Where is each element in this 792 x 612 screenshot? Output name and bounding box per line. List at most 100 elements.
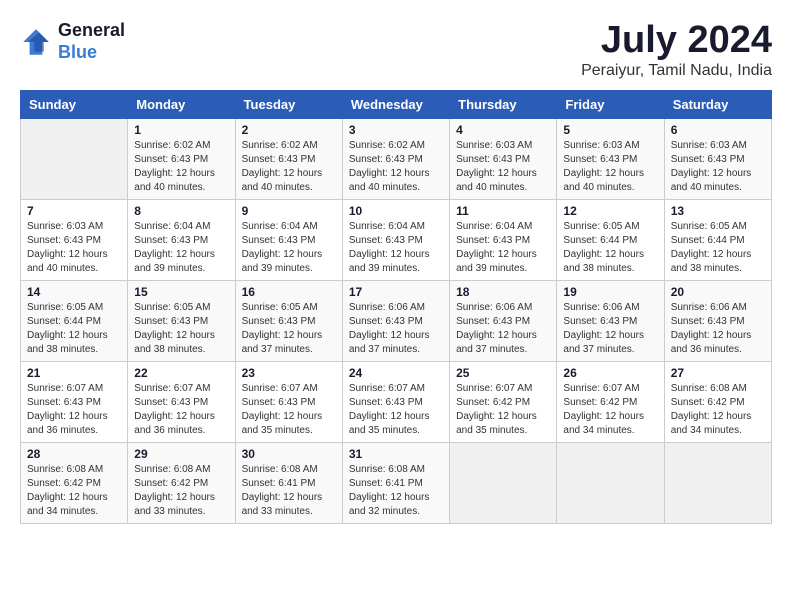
day-number: 2 [242,123,336,137]
day-info: Sunrise: 6:03 AM Sunset: 6:43 PM Dayligh… [563,139,657,195]
day-cell: 18 Sunrise: 6:06 AM Sunset: 6:43 PM Dayli… [450,280,557,361]
day-info: Sunrise: 6:05 AM Sunset: 6:43 PM Dayligh… [242,301,336,357]
day-info: Sunrise: 6:08 AM Sunset: 6:42 PM Dayligh… [27,463,121,519]
header: General Blue July 2024 Peraiyur, Tamil N… [20,20,772,80]
day-info: Sunrise: 6:08 AM Sunset: 6:42 PM Dayligh… [134,463,228,519]
day-cell: 22Sunrise: 6:07 AM Sunset: 6:43 PM Dayli… [128,361,235,442]
day-info: Sunrise: 6:08 AM Sunset: 6:41 PM Dayligh… [242,463,336,519]
week-row-4: 21 Sunrise: 6:07 AM Sunset: 6:43 PM Dayli… [21,361,772,442]
day-info: Sunrise: 6:08 AM Sunset: 6:41 PM Dayligh… [349,463,443,519]
subtitle: Peraiyur, Tamil Nadu, India [581,62,772,80]
day-cell: 3 Sunrise: 6:02 AM Sunset: 6:43 PM Daylig… [342,118,449,199]
day-number: 19 [563,285,657,299]
day-number: 4 [456,123,550,137]
day-cell: 19 Sunrise: 6:06 AM Sunset: 6:43 PM Dayli… [557,280,664,361]
day-info: Sunrise: 6:07 AM Sunset: 6:43 PM Dayligh… [27,382,121,438]
day-info: Sunrise: 6:05 AM Sunset: 6:43 PM Dayligh… [134,301,228,357]
day-cell [557,442,664,523]
day-cell: 24Sunrise: 6:07 AM Sunset: 6:43 PM Dayli… [342,361,449,442]
day-number: 11 [456,204,550,218]
calendar-table: SundayMondayTuesdayWednesdayThursdayFrid… [20,90,772,524]
day-cell [664,442,771,523]
day-number: 30 [242,447,336,461]
day-cell: 16 Sunrise: 6:05 AM Sunset: 6:43 PM Dayli… [235,280,342,361]
day-number: 9 [242,204,336,218]
day-cell: 6Sunrise: 6:03 AM Sunset: 6:43 PM Daylig… [664,118,771,199]
week-row-1: 1 Sunrise: 6:02 AM Sunset: 6:43 PM Daylig… [21,118,772,199]
day-info: Sunrise: 6:06 AM Sunset: 6:43 PM Dayligh… [563,301,657,357]
day-info: Sunrise: 6:08 AM Sunset: 6:42 PM Dayligh… [671,382,765,438]
day-cell: 14 Sunrise: 6:05 AM Sunset: 6:44 PM Dayli… [21,280,128,361]
day-number: 22 [134,366,228,380]
day-info: Sunrise: 6:06 AM Sunset: 6:43 PM Dayligh… [349,301,443,357]
day-info: Sunrise: 6:02 AM Sunset: 6:43 PM Dayligh… [349,139,443,195]
calendar-body: 1 Sunrise: 6:02 AM Sunset: 6:43 PM Daylig… [21,118,772,523]
day-number: 12 [563,204,657,218]
day-number: 18 [456,285,550,299]
week-row-5: 28 Sunrise: 6:08 AM Sunset: 6:42 PM Dayli… [21,442,772,523]
day-number: 3 [349,123,443,137]
logo-line2: Blue [58,42,125,64]
day-cell: 26 Sunrise: 6:07 AM Sunset: 6:42 PM Dayli… [557,361,664,442]
day-info: Sunrise: 6:02 AM Sunset: 6:43 PM Dayligh… [242,139,336,195]
header-cell-saturday: Saturday [664,90,771,118]
day-number: 8 [134,204,228,218]
day-cell [450,442,557,523]
day-number: 27 [671,366,765,380]
day-number: 23 [242,366,336,380]
logo-icon [20,26,52,58]
day-cell: 8Sunrise: 6:04 AM Sunset: 6:43 PM Daylig… [128,199,235,280]
day-number: 7 [27,204,121,218]
logo-line1: General [58,20,125,42]
day-cell: 13 Sunrise: 6:05 AM Sunset: 6:44 PM Dayli… [664,199,771,280]
day-info: Sunrise: 6:07 AM Sunset: 6:42 PM Dayligh… [563,382,657,438]
day-cell: 29Sunrise: 6:08 AM Sunset: 6:42 PM Dayli… [128,442,235,523]
day-info: Sunrise: 6:03 AM Sunset: 6:43 PM Dayligh… [456,139,550,195]
day-cell: 21 Sunrise: 6:07 AM Sunset: 6:43 PM Dayli… [21,361,128,442]
main-title: July 2024 [581,20,772,62]
day-number: 5 [563,123,657,137]
day-cell: 1Sunrise: 6:02 AM Sunset: 6:43 PM Daylig… [128,118,235,199]
day-number: 1 [134,123,228,137]
day-number: 20 [671,285,765,299]
day-number: 31 [349,447,443,461]
day-cell: 2 Sunrise: 6:02 AM Sunset: 6:43 PM Daylig… [235,118,342,199]
header-cell-tuesday: Tuesday [235,90,342,118]
day-number: 26 [563,366,657,380]
day-number: 16 [242,285,336,299]
day-number: 24 [349,366,443,380]
day-cell: 10 Sunrise: 6:04 AM Sunset: 6:43 PM Dayli… [342,199,449,280]
day-cell: 5 Sunrise: 6:03 AM Sunset: 6:43 PM Daylig… [557,118,664,199]
day-info: Sunrise: 6:05 AM Sunset: 6:44 PM Dayligh… [671,220,765,276]
header-cell-sunday: Sunday [21,90,128,118]
day-number: 28 [27,447,121,461]
day-cell: 11 Sunrise: 6:04 AM Sunset: 6:43 PM Dayli… [450,199,557,280]
day-cell [21,118,128,199]
day-number: 14 [27,285,121,299]
day-info: Sunrise: 6:05 AM Sunset: 6:44 PM Dayligh… [27,301,121,357]
day-cell: 7 Sunrise: 6:03 AM Sunset: 6:43 PM Daylig… [21,199,128,280]
day-number: 13 [671,204,765,218]
day-cell: 17 Sunrise: 6:06 AM Sunset: 6:43 PM Dayli… [342,280,449,361]
day-cell: 15 Sunrise: 6:05 AM Sunset: 6:43 PM Dayli… [128,280,235,361]
day-info: Sunrise: 6:04 AM Sunset: 6:43 PM Dayligh… [349,220,443,276]
day-number: 17 [349,285,443,299]
logo-text: General Blue [58,20,125,63]
day-number: 10 [349,204,443,218]
day-number: 6 [671,123,765,137]
day-number: 15 [134,285,228,299]
day-cell: 23Sunrise: 6:07 AM Sunset: 6:43 PM Dayli… [235,361,342,442]
day-info: Sunrise: 6:07 AM Sunset: 6:42 PM Dayligh… [456,382,550,438]
calendar-header: SundayMondayTuesdayWednesdayThursdayFrid… [21,90,772,118]
day-cell: 31 Sunrise: 6:08 AM Sunset: 6:41 PM Dayli… [342,442,449,523]
week-row-3: 14 Sunrise: 6:05 AM Sunset: 6:44 PM Dayli… [21,280,772,361]
day-cell: 28 Sunrise: 6:08 AM Sunset: 6:42 PM Dayli… [21,442,128,523]
header-cell-friday: Friday [557,90,664,118]
day-info: Sunrise: 6:04 AM Sunset: 6:43 PM Dayligh… [456,220,550,276]
day-cell: 25Sunrise: 6:07 AM Sunset: 6:42 PM Dayli… [450,361,557,442]
day-number: 21 [27,366,121,380]
day-info: Sunrise: 6:03 AM Sunset: 6:43 PM Dayligh… [27,220,121,276]
day-cell: 4 Sunrise: 6:03 AM Sunset: 6:43 PM Daylig… [450,118,557,199]
day-info: Sunrise: 6:06 AM Sunset: 6:43 PM Dayligh… [456,301,550,357]
day-cell: 30 Sunrise: 6:08 AM Sunset: 6:41 PM Dayli… [235,442,342,523]
